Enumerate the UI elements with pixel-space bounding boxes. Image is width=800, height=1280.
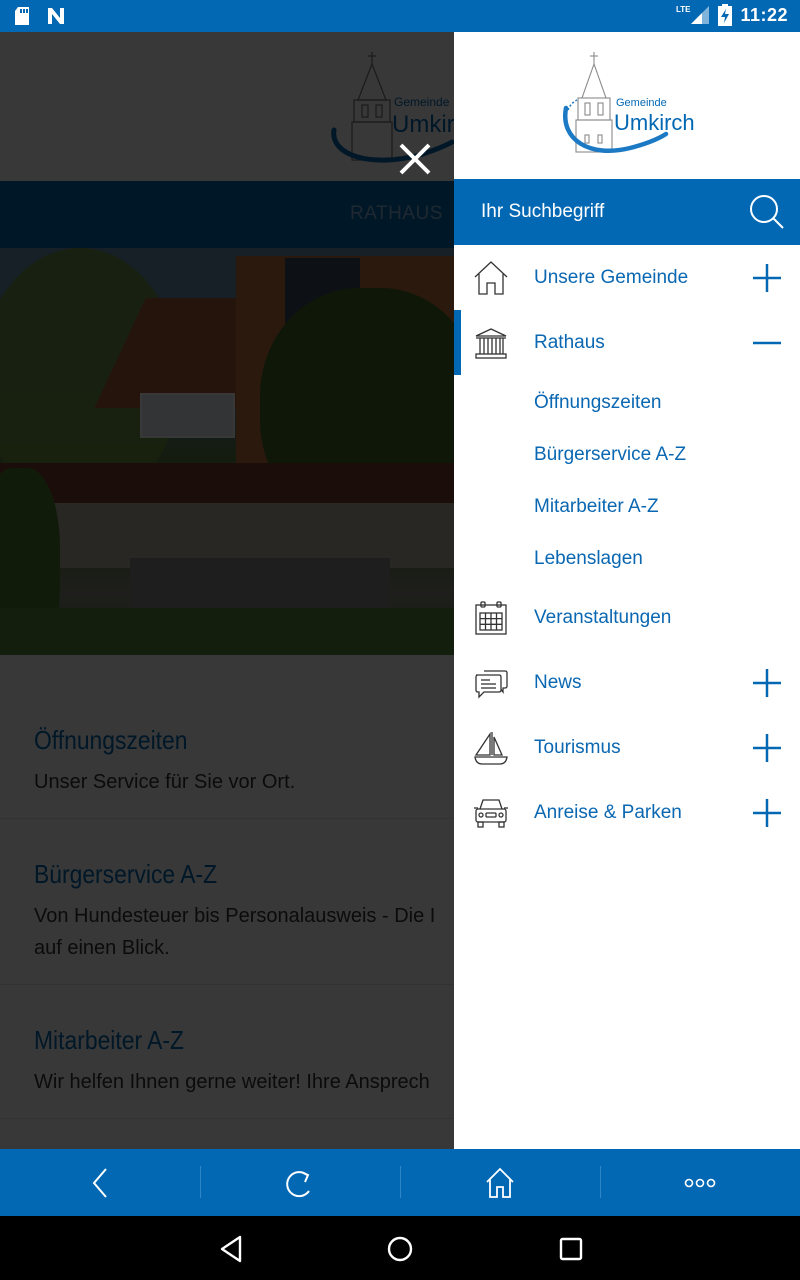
menu-label: Rathaus	[534, 331, 605, 353]
toolbar-reload-button[interactable]	[200, 1149, 400, 1216]
svg-text:Gemeinde: Gemeinde	[616, 97, 667, 109]
navigation-drawer: Gemeinde Umkirch Unsere Gemeinde	[454, 32, 800, 1149]
network-type: LTE	[675, 4, 691, 14]
reload-icon	[286, 1170, 310, 1197]
submenu-item-lebenslagen[interactable]: Lebenslagen	[454, 533, 800, 585]
svg-text:Umkirch: Umkirch	[614, 110, 695, 135]
home-icon	[486, 1167, 514, 1198]
menu-item-veranstaltungen[interactable]: Veranstaltungen	[454, 585, 800, 650]
search-bar	[454, 179, 800, 245]
drawer-menu: Unsere Gemeinde Rathaus Öffnungszeiten B…	[454, 245, 800, 845]
toolbar-more-button[interactable]	[600, 1149, 800, 1216]
status-bar: LTE 11:22	[0, 0, 800, 32]
menu-label: Veranstaltungen	[534, 606, 672, 628]
house-icon	[474, 260, 508, 295]
drawer-logo-area: Gemeinde Umkirch	[454, 32, 800, 179]
calendar-icon	[475, 600, 507, 635]
menu-label: Anreise & Parken	[534, 801, 682, 823]
signal-icon	[691, 6, 710, 24]
sailboat-icon	[474, 731, 508, 765]
town-hall-icon	[475, 327, 507, 359]
menu-item-unsere-gemeinde[interactable]: Unsere Gemeinde	[454, 245, 800, 310]
toolbar-back-button[interactable]	[0, 1149, 200, 1216]
search-input[interactable]	[454, 179, 734, 245]
menu-label: News	[534, 671, 582, 693]
nav-home-icon[interactable]	[385, 1234, 415, 1264]
bottom-toolbar	[0, 1149, 800, 1216]
menu-label: Tourismus	[534, 736, 621, 758]
car-icon	[474, 798, 508, 828]
submenu-item-mitarbeiter[interactable]: Mitarbeiter A-Z	[454, 481, 800, 533]
submenu-item-buergerservice[interactable]: Bürgerservice A-Z	[454, 429, 800, 481]
drawer-scrim[interactable]	[0, 32, 454, 1149]
submenu-rathaus: Öffnungszeiten Bürgerservice A-Z Mitarbe…	[454, 375, 800, 585]
speech-bubbles-icon	[475, 669, 508, 699]
chevron-left-icon	[92, 1167, 107, 1198]
menu-item-anreise-parken[interactable]: Anreise & Parken	[454, 780, 800, 845]
nav-recents-icon[interactable]	[556, 1234, 586, 1264]
clock: 11:22	[740, 4, 788, 25]
submenu-item-oeffnungszeiten[interactable]: Öffnungszeiten	[454, 377, 800, 429]
android-nav-bar	[0, 1216, 800, 1280]
menu-item-news[interactable]: News	[454, 650, 800, 715]
menu-item-rathaus[interactable]: Rathaus	[454, 310, 800, 375]
close-drawer-icon[interactable]	[396, 140, 434, 178]
battery-charging-icon	[718, 4, 733, 26]
expand-plus-icon[interactable]	[752, 263, 782, 293]
toolbar-home-button[interactable]	[400, 1149, 600, 1216]
menu-label: Unsere Gemeinde	[534, 266, 689, 288]
expand-plus-icon[interactable]	[752, 668, 782, 698]
sd-card-icon	[15, 7, 29, 25]
expand-plus-icon[interactable]	[752, 733, 782, 763]
n-notification-icon	[48, 8, 64, 24]
nav-back-icon[interactable]	[216, 1234, 246, 1264]
umkirch-logo[interactable]: Gemeinde Umkirch	[560, 50, 700, 160]
expand-plus-icon[interactable]	[752, 798, 782, 828]
search-icon[interactable]	[748, 193, 786, 231]
menu-item-tourismus[interactable]: Tourismus	[454, 715, 800, 780]
more-dots-icon	[684, 1178, 716, 1187]
collapse-minus-icon[interactable]	[752, 328, 782, 358]
